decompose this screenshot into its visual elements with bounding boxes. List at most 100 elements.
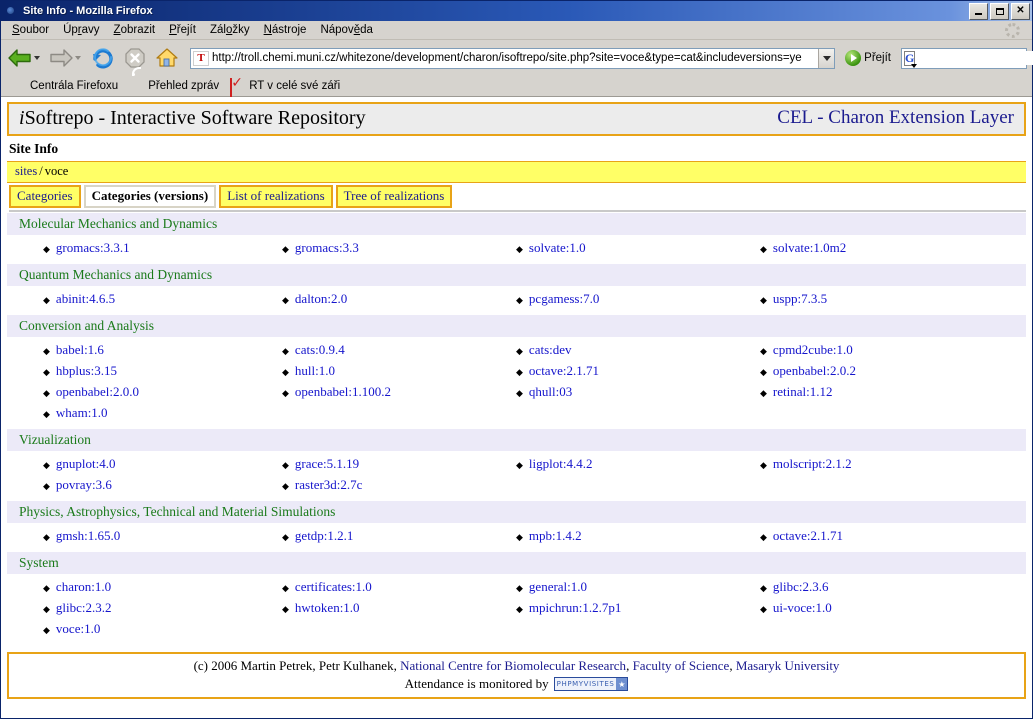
close-button[interactable]: ✕ [1011, 2, 1030, 20]
google-search-icon[interactable]: G [904, 50, 918, 68]
bookmark-centrala-firefoxu[interactable]: Centrála Firefoxu [7, 79, 122, 94]
package-link[interactable]: certificates:1.0 [295, 577, 372, 597]
package-link[interactable]: ligplot:4.4.2 [529, 454, 593, 474]
home-button[interactable] [155, 46, 179, 70]
package-item[interactable]: ◆ wham:1.0 [43, 403, 282, 424]
menu-zobrazit[interactable]: Zobrazit [107, 22, 163, 38]
back-dropdown-caret[interactable] [34, 56, 40, 60]
package-item[interactable]: ◆ solvate:1.0m2 [760, 238, 1020, 259]
package-link[interactable]: gromacs:3.3 [295, 238, 359, 258]
package-link[interactable]: qhull:03 [529, 382, 572, 402]
package-link[interactable]: cats:dev [529, 340, 572, 360]
package-link[interactable]: mpichrun:1.2.7p1 [529, 598, 621, 618]
bookmark-prehled-zprav[interactable]: Přehled zpráv [125, 79, 223, 94]
menu-soubor[interactable]: Soubor [5, 22, 56, 38]
package-item[interactable]: ◆ hwtoken:1.0 [282, 598, 516, 619]
package-item[interactable]: ◆ hbplus:3.15 [43, 361, 282, 382]
package-link[interactable]: uspp:7.3.5 [773, 289, 827, 309]
footer-link-university[interactable]: Masaryk University [736, 658, 840, 673]
package-item[interactable]: ◆ glibc:2.3.2 [43, 598, 282, 619]
package-item[interactable]: ◆ gromacs:3.3.1 [43, 238, 282, 259]
package-item[interactable]: ◆ voce:1.0 [43, 619, 282, 640]
stop-button[interactable] [123, 46, 147, 70]
package-item[interactable]: ◆ cats:dev [516, 340, 760, 361]
package-item[interactable]: ◆ gromacs:3.3 [282, 238, 516, 259]
package-item[interactable]: ◆ openbabel:2.0.2 [760, 361, 1020, 382]
package-item[interactable]: ◆ cats:0.9.4 [282, 340, 516, 361]
menu-zalozky[interactable]: Záložky [203, 22, 257, 38]
package-item[interactable]: ◆ glibc:2.3.6 [760, 577, 1020, 598]
package-link[interactable]: molscript:2.1.2 [773, 454, 852, 474]
package-link[interactable]: hbplus:3.15 [56, 361, 117, 381]
package-link[interactable]: octave:2.1.71 [529, 361, 599, 381]
package-link[interactable]: hwtoken:1.0 [295, 598, 360, 618]
forward-dropdown-caret[interactable] [75, 56, 81, 60]
package-item[interactable]: ◆ retinal:1.12 [760, 382, 1020, 403]
package-item[interactable]: ◆ hull:1.0 [282, 361, 516, 382]
forward-button[interactable] [47, 43, 86, 73]
package-link[interactable]: solvate:1.0 [529, 238, 586, 258]
package-link[interactable]: glibc:2.3.2 [56, 598, 112, 618]
package-link[interactable]: openbabel:2.0.0 [56, 382, 139, 402]
package-link[interactable]: openbabel:1.100.2 [295, 382, 391, 402]
search-bar[interactable]: G [901, 47, 1033, 69]
package-link[interactable]: cats:0.9.4 [295, 340, 345, 360]
package-link[interactable]: octave:2.1.71 [773, 526, 843, 546]
package-item[interactable]: ◆ dalton:2.0 [282, 289, 516, 310]
package-item[interactable]: ◆ openbabel:1.100.2 [282, 382, 516, 403]
package-link[interactable]: mpb:1.4.2 [529, 526, 582, 546]
package-item[interactable]: ◆ cpmd2cube:1.0 [760, 340, 1020, 361]
breadcrumb-link-sites[interactable]: sites [15, 164, 37, 178]
package-item[interactable]: ◆ povray:3.6 [43, 475, 282, 496]
package-item[interactable]: ◆ abinit:4.6.5 [43, 289, 282, 310]
package-link[interactable]: getdp:1.2.1 [295, 526, 354, 546]
package-item[interactable]: ◆ solvate:1.0 [516, 238, 760, 259]
package-link[interactable]: cpmd2cube:1.0 [773, 340, 853, 360]
minimize-button[interactable] [969, 2, 988, 20]
footer-link-faculty[interactable]: Faculty of Science [633, 658, 730, 673]
package-link[interactable]: gmsh:1.65.0 [56, 526, 120, 546]
package-link[interactable]: glibc:2.3.6 [773, 577, 829, 597]
go-button[interactable]: Přejít [841, 50, 895, 66]
tab-categories[interactable]: Categories [9, 185, 81, 208]
package-link[interactable]: general:1.0 [529, 577, 587, 597]
menu-upravy[interactable]: Úpravy [56, 22, 106, 38]
maximize-button[interactable] [990, 2, 1009, 20]
package-link[interactable]: grace:5.1.19 [295, 454, 359, 474]
url-bar[interactable]: T http://troll.chemi.muni.cz/whitezone/d… [190, 47, 836, 69]
package-item[interactable]: ◆ grace:5.1.19 [282, 454, 516, 475]
package-item[interactable]: ◆ gmsh:1.65.0 [43, 526, 282, 547]
package-link[interactable]: wham:1.0 [56, 403, 108, 423]
package-link[interactable]: dalton:2.0 [295, 289, 347, 309]
package-link[interactable]: abinit:4.6.5 [56, 289, 115, 309]
tab-tree-of-realizations[interactable]: Tree of realizations [335, 185, 453, 208]
package-link[interactable]: raster3d:2.7c [295, 475, 363, 495]
package-item[interactable]: ◆ babel:1.6 [43, 340, 282, 361]
package-link[interactable]: pcgamess:7.0 [529, 289, 599, 309]
package-link[interactable]: voce:1.0 [56, 619, 100, 639]
package-link[interactable]: ui-voce:1.0 [773, 598, 832, 618]
package-item[interactable]: ◆ octave:2.1.71 [760, 526, 1020, 547]
package-item[interactable]: ◆ uspp:7.3.5 [760, 289, 1020, 310]
reload-button[interactable] [91, 46, 115, 70]
package-item[interactable]: ◆ raster3d:2.7c [282, 475, 516, 496]
tab-categories-versions[interactable]: Categories (versions) [83, 185, 217, 208]
footer-link-ncbr[interactable]: National Centre for Biomolecular Researc… [400, 658, 626, 673]
package-item[interactable]: ◆ gnuplot:4.0 [43, 454, 282, 475]
package-item[interactable]: ◆ getdp:1.2.1 [282, 526, 516, 547]
package-item[interactable]: ◆ openbabel:2.0.0 [43, 382, 282, 403]
package-link[interactable]: openbabel:2.0.2 [773, 361, 856, 381]
menu-prejit[interactable]: Přejít [162, 22, 203, 38]
menu-nastroje[interactable]: Nástroje [257, 22, 314, 38]
package-link[interactable]: retinal:1.12 [773, 382, 833, 402]
package-link[interactable]: charon:1.0 [56, 577, 111, 597]
menu-napoveda[interactable]: Nápověda [313, 22, 379, 38]
phpmyvisites-badge[interactable]: PHPMYVISITES ★ [553, 677, 629, 691]
package-item[interactable]: ◆ charon:1.0 [43, 577, 282, 598]
package-item[interactable]: ◆ ligplot:4.4.2 [516, 454, 760, 475]
package-link[interactable]: solvate:1.0m2 [773, 238, 846, 258]
package-item[interactable]: ◆ ui-voce:1.0 [760, 598, 1020, 619]
package-item[interactable]: ◆ molscript:2.1.2 [760, 454, 1020, 475]
tab-list-of-realizations[interactable]: List of realizations [219, 185, 333, 208]
package-item[interactable]: ◆ octave:2.1.71 [516, 361, 760, 382]
